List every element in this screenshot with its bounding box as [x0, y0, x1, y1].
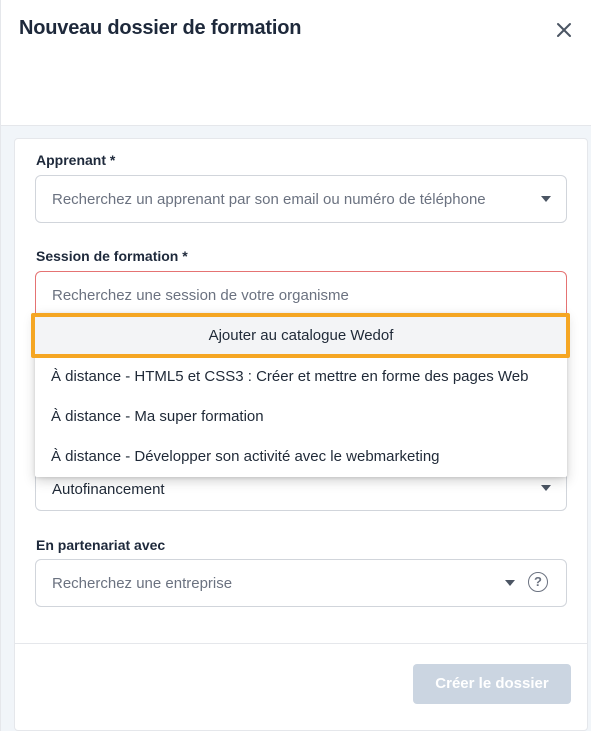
footer-divider: [14, 643, 588, 644]
learner-search-select[interactable]: Recherchez un apprenant par son email ou…: [35, 175, 567, 223]
session-option[interactable]: À distance - HTML5 et CSS3 : Créer et me…: [35, 357, 567, 397]
partner-placeholder: Recherchez une entreprise: [52, 575, 233, 592]
partner-search-select[interactable]: Recherchez une entreprise: [35, 559, 567, 607]
funding-value: Autofinancement: [52, 481, 165, 498]
dialog-header: Nouveau dossier de formation: [1, 0, 591, 126]
session-option-label: À distance - Ma super formation: [51, 408, 264, 425]
chevron-down-icon[interactable]: [541, 196, 551, 202]
chevron-down-icon[interactable]: [541, 485, 551, 491]
chevron-down-icon[interactable]: [505, 580, 515, 586]
session-placeholder: Recherchez une session de votre organism…: [52, 287, 349, 304]
learner-label: Apprenant *: [36, 152, 116, 168]
create-folder-button[interactable]: Créer le dossier: [413, 664, 571, 704]
dialog-title: Nouveau dossier de formation: [19, 17, 302, 39]
session-option[interactable]: À distance - Ma super formation: [35, 397, 567, 437]
session-dropdown-menu: Ajouter au catalogue Wedof À distance - …: [35, 313, 567, 477]
session-option[interactable]: À distance - Développer son activité ave…: [35, 437, 567, 477]
partner-label: En partenariat avec: [36, 537, 166, 553]
close-icon: [557, 23, 571, 37]
add-to-catalog-option[interactable]: Ajouter au catalogue Wedof: [35, 313, 567, 357]
session-label: Session de formation *: [36, 248, 188, 264]
session-option-label: À distance - Développer son activité ave…: [51, 448, 440, 465]
add-to-catalog-label: Ajouter au catalogue Wedof: [208, 327, 394, 344]
new-training-folder-dialog: Nouveau dossier de formation Apprenant *…: [0, 0, 591, 731]
session-search-input[interactable]: Recherchez une session de votre organism…: [35, 271, 567, 319]
session-option-label: À distance - HTML5 et CSS3 : Créer et me…: [51, 368, 529, 385]
close-button[interactable]: [553, 19, 575, 41]
learner-placeholder: Recherchez un apprenant par son email ou…: [52, 191, 486, 208]
help-circle-icon[interactable]: ?: [528, 572, 548, 592]
